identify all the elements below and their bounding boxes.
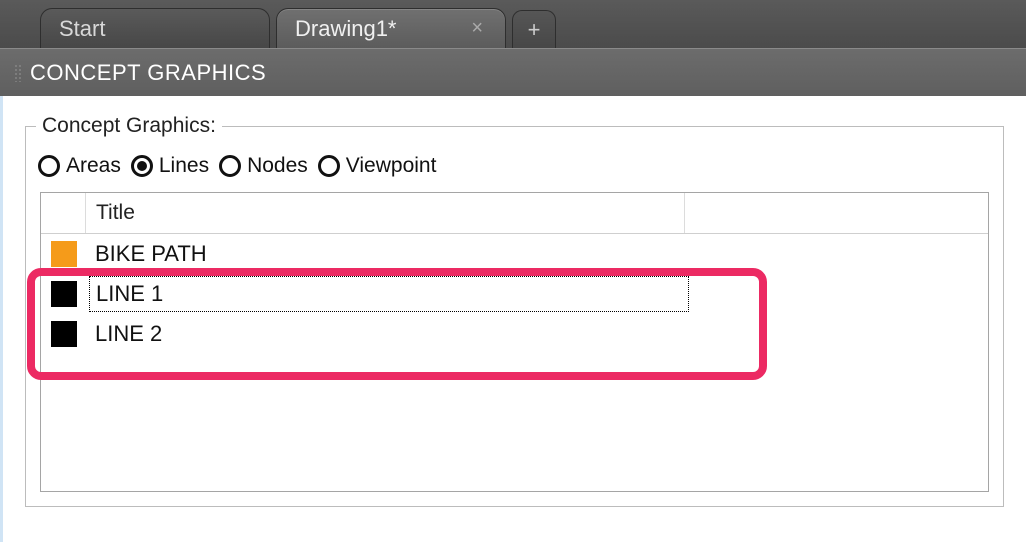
new-tab-button[interactable]: + xyxy=(512,10,556,48)
list-item[interactable]: LINE 1 xyxy=(41,274,988,314)
radio-areas-label: Areas xyxy=(66,154,121,178)
close-icon[interactable]: × xyxy=(467,17,487,40)
radio-areas[interactable]: Areas xyxy=(38,154,121,178)
list-header: Title xyxy=(41,193,988,234)
list-rows: BIKE PATH LINE 1 LINE 2 xyxy=(41,234,988,354)
list-item-title: LINE 2 xyxy=(89,317,689,351)
radio-icon xyxy=(318,155,340,177)
list-item[interactable]: BIKE PATH xyxy=(41,234,988,274)
panel-body: Concept Graphics: Areas Lines Nodes View… xyxy=(0,96,1026,542)
column-title[interactable]: Title xyxy=(85,193,685,233)
list-item-title: LINE 1 xyxy=(89,276,689,312)
radio-viewpoint[interactable]: Viewpoint xyxy=(318,154,437,178)
radio-lines-label: Lines xyxy=(159,154,209,178)
radio-icon xyxy=(131,155,153,177)
color-swatch xyxy=(51,241,77,267)
list-item[interactable]: LINE 2 xyxy=(41,314,988,354)
radio-icon xyxy=(219,155,241,177)
tab-start[interactable]: Start xyxy=(40,8,270,48)
column-swatch[interactable] xyxy=(41,193,85,233)
group-legend: Concept Graphics: xyxy=(36,114,222,138)
list-item-title: BIKE PATH xyxy=(89,237,689,271)
radio-nodes[interactable]: Nodes xyxy=(219,154,308,178)
tab-start-label: Start xyxy=(59,16,105,42)
radio-viewpoint-label: Viewpoint xyxy=(346,154,437,178)
graphics-list: Title BIKE PATH LINE 1 LINE 2 xyxy=(40,192,989,492)
document-tab-bar: Start Drawing1* × + xyxy=(0,0,1026,48)
color-swatch xyxy=(51,281,77,307)
panel-title: CONCEPT GRAPHICS xyxy=(30,60,266,86)
radio-nodes-label: Nodes xyxy=(247,154,308,178)
tab-drawing1[interactable]: Drawing1* × xyxy=(276,8,506,48)
tab-drawing1-label: Drawing1* xyxy=(295,16,397,42)
app-root: Start Drawing1* × + CONCEPT GRAPHICS Con… xyxy=(0,0,1026,542)
radio-icon xyxy=(38,155,60,177)
concept-graphics-group: Concept Graphics: Areas Lines Nodes View… xyxy=(25,114,1004,507)
type-radio-row: Areas Lines Nodes Viewpoint xyxy=(26,148,1003,192)
radio-lines[interactable]: Lines xyxy=(131,154,209,178)
plus-icon: + xyxy=(528,17,541,43)
panel-title-bar: CONCEPT GRAPHICS xyxy=(0,48,1026,96)
color-swatch xyxy=(51,321,77,347)
